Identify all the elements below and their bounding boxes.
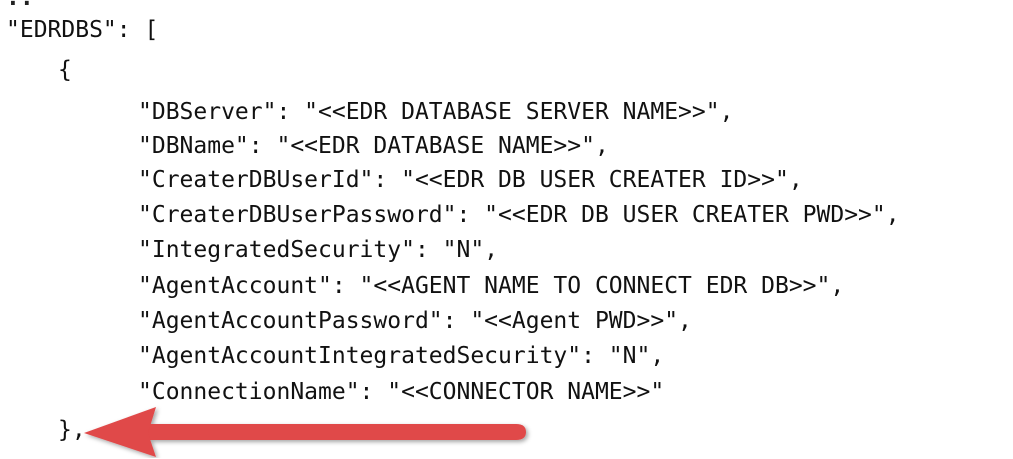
code-line-creater-db-user-password: "CreaterDBUserPassword": "<<EDR DB USER … [138, 202, 900, 228]
json-code-block: .. "EDRDBS": [ { "DBServer": "<<EDR DATA… [0, 0, 1013, 459]
code-line-object-open: { [58, 57, 72, 83]
arrow-shaft [138, 424, 526, 440]
code-line-dbname: "DBName": "<<EDR DATABASE NAME>>", [138, 133, 609, 159]
code-line-dbserver: "DBServer": "<<EDR DATABASE SERVER NAME>… [138, 99, 734, 125]
code-line-creater-db-user-id: "CreaterDBUserId": "<<EDR DB USER CREATE… [138, 167, 803, 193]
left-arrow-icon [84, 407, 526, 457]
code-line-agent-account-password: "AgentAccountPassword": "<<Agent PWD>>", [138, 308, 692, 334]
code-line-edrdbs-key: "EDRDBS": [ [6, 17, 159, 43]
arrow-head [84, 407, 156, 457]
code-line-agent-account-integrated-security: "AgentAccountIntegratedSecurity": "N", [138, 343, 665, 369]
code-line-integrated-security: "IntegratedSecurity": "N", [138, 237, 499, 263]
code-line-agent-account: "AgentAccount": "<<AGENT NAME TO CONNECT… [138, 273, 845, 299]
cropped-previous-line: .. [6, 0, 34, 10]
